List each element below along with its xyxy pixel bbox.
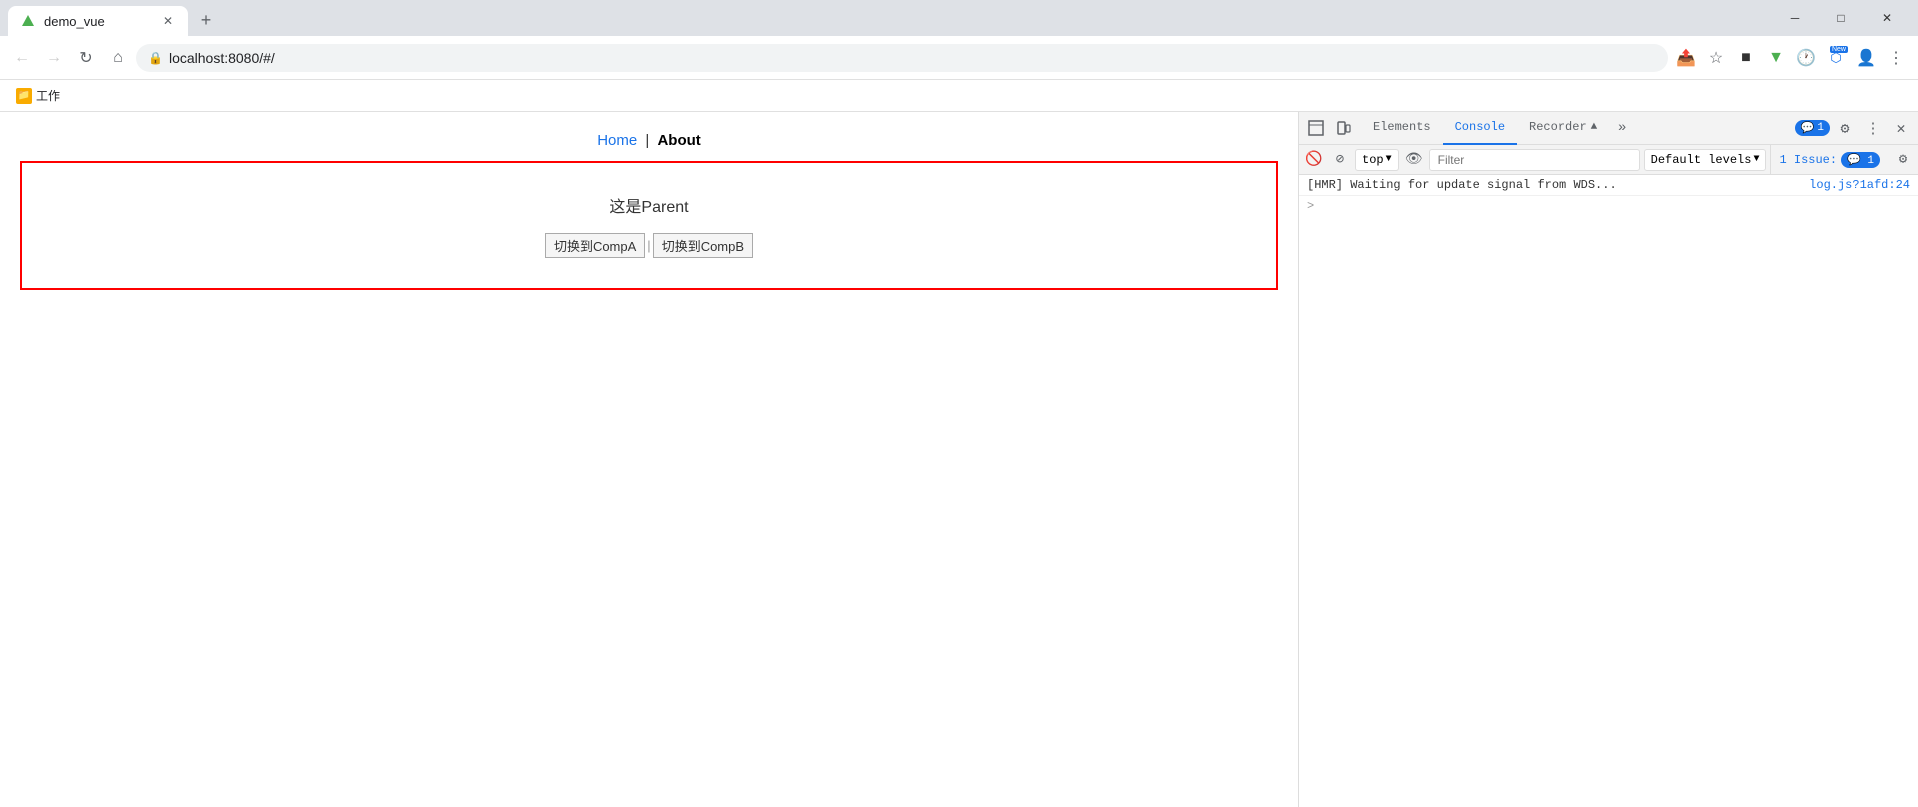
nav-separator: | bbox=[645, 132, 649, 149]
parent-box: 这是Parent 切换到CompA | 切换到CompB bbox=[20, 161, 1278, 290]
more-tabs-button[interactable]: » bbox=[1609, 115, 1635, 141]
console-output: [HMR] Waiting for update signal from WDS… bbox=[1299, 175, 1918, 807]
inspect-element-icon[interactable] bbox=[1303, 115, 1329, 141]
cast-button[interactable]: 📤 bbox=[1672, 44, 1700, 72]
console-settings-icon[interactable]: ⚙ bbox=[1892, 149, 1914, 171]
devtools-settings-icon[interactable]: ⚙ bbox=[1832, 115, 1858, 141]
about-link: About bbox=[657, 132, 700, 149]
issues-badge[interactable]: 1 Issue: 💬 1 bbox=[1770, 145, 1888, 175]
top-context-dropdown[interactable]: top ▼ bbox=[1355, 149, 1399, 171]
devtools-toolbar: Elements Console Recorder ▲ » 💬 1 bbox=[1299, 112, 1918, 145]
nav-actions: 📤 ☆ ■ ▼ 🕐 ⬡ New 👤 ⋮ bbox=[1672, 44, 1910, 72]
back-button[interactable]: ← bbox=[8, 44, 36, 72]
levels-chevron-icon: ▼ bbox=[1753, 154, 1759, 165]
bookmark-folder-icon: 📁 bbox=[16, 88, 32, 104]
tab-elements[interactable]: Elements bbox=[1361, 112, 1443, 145]
minimize-button[interactable]: ─ bbox=[1772, 0, 1818, 36]
devtools-panel: Elements Console Recorder ▲ » 💬 1 bbox=[1298, 112, 1918, 807]
console-toolbar: 🚫 ⊘ top ▼ 👁 Default levels ▼ 1 Issue: 💬 … bbox=[1299, 145, 1918, 175]
console-message: [HMR] Waiting for update signal from WDS… bbox=[1307, 178, 1801, 192]
reload-button[interactable]: ↻ bbox=[72, 44, 100, 72]
devtools-right-icons: 💬 1 ⚙ ⋮ ✕ bbox=[1789, 115, 1918, 141]
browser-tab[interactable]: demo_vue ✕ bbox=[8, 6, 188, 36]
devtools-tabs: Elements Console Recorder ▲ » bbox=[1361, 112, 1789, 145]
address-text: localhost:8080/#/ bbox=[169, 50, 275, 66]
home-link[interactable]: Home bbox=[597, 132, 637, 149]
filter-input[interactable] bbox=[1429, 149, 1640, 171]
profile-button[interactable]: 👤 bbox=[1852, 44, 1880, 72]
new-tab-button[interactable]: + bbox=[192, 6, 220, 34]
lock-icon: 🔒 bbox=[148, 51, 163, 65]
tab-recorder[interactable]: Recorder ▲ bbox=[1517, 112, 1609, 145]
issues-count: 💬 1 bbox=[1841, 152, 1880, 168]
bookmark-label: 工作 bbox=[36, 87, 60, 104]
clear-console-icon[interactable]: 🚫 bbox=[1303, 149, 1325, 171]
console-source[interactable]: log.js?1afd:24 bbox=[1809, 178, 1910, 192]
page-nav: Home | About bbox=[0, 112, 1298, 161]
tab-favicon bbox=[20, 13, 36, 29]
extension-button-1[interactable]: ■ bbox=[1732, 44, 1760, 72]
preserve-log-icon[interactable]: ⊘ bbox=[1329, 149, 1351, 171]
extension-button-2[interactable]: ▼ bbox=[1762, 44, 1790, 72]
menu-button[interactable]: ⋮ bbox=[1882, 44, 1910, 72]
console-prompt[interactable]: > bbox=[1299, 196, 1918, 216]
tab-close-button[interactable]: ✕ bbox=[160, 13, 176, 29]
extension-button-new[interactable]: ⬡ New bbox=[1822, 44, 1850, 72]
recorder-icon: ▲ bbox=[1591, 121, 1598, 133]
devtools-close-icon[interactable]: ✕ bbox=[1888, 115, 1914, 141]
devtools-more-icon[interactable]: ⋮ bbox=[1860, 115, 1886, 141]
switch-comp-b-button[interactable]: 切换到CompB bbox=[653, 233, 753, 258]
switch-comp-a-button[interactable]: 切换到CompA bbox=[545, 233, 645, 258]
forward-button[interactable]: → bbox=[40, 44, 68, 72]
parent-title: 这是Parent bbox=[42, 193, 1256, 217]
bookmark-work[interactable]: 📁 工作 bbox=[8, 84, 68, 108]
tab-title: demo_vue bbox=[44, 14, 152, 29]
button-separator: | bbox=[647, 238, 650, 253]
webpage-area: Home | About 这是Parent 切换到CompA | 切换到Comp… bbox=[0, 112, 1298, 807]
maximize-button[interactable]: □ bbox=[1818, 0, 1864, 36]
bookmarks-bar: 📁 工作 bbox=[0, 80, 1918, 112]
device-toolbar-icon[interactable] bbox=[1331, 115, 1357, 141]
close-button[interactable]: ✕ bbox=[1864, 0, 1910, 36]
content-area: Home | About 这是Parent 切换到CompA | 切换到Comp… bbox=[0, 112, 1918, 807]
navigation-bar: ← → ↻ ⌂ 🔒 localhost:8080/#/ 📤 ☆ ■ ▼ 🕐 ⬡ … bbox=[0, 36, 1918, 80]
bookmark-button[interactable]: ☆ bbox=[1702, 44, 1730, 72]
address-bar[interactable]: 🔒 localhost:8080/#/ bbox=[136, 44, 1668, 72]
home-button[interactable]: ⌂ bbox=[104, 44, 132, 72]
tab-console[interactable]: Console bbox=[1443, 112, 1517, 145]
live-expressions-icon[interactable]: 👁 bbox=[1403, 149, 1425, 171]
parent-buttons: 切换到CompA | 切换到CompB bbox=[42, 233, 1256, 258]
devtools-icons bbox=[1299, 115, 1361, 141]
default-levels-dropdown[interactable]: Default levels ▼ bbox=[1644, 149, 1767, 171]
dropdown-chevron-icon: ▼ bbox=[1386, 154, 1392, 165]
console-log-line: [HMR] Waiting for update signal from WDS… bbox=[1299, 175, 1918, 196]
console-badge: 💬 1 bbox=[1795, 120, 1830, 136]
extension-button-3[interactable]: 🕐 bbox=[1792, 44, 1820, 72]
